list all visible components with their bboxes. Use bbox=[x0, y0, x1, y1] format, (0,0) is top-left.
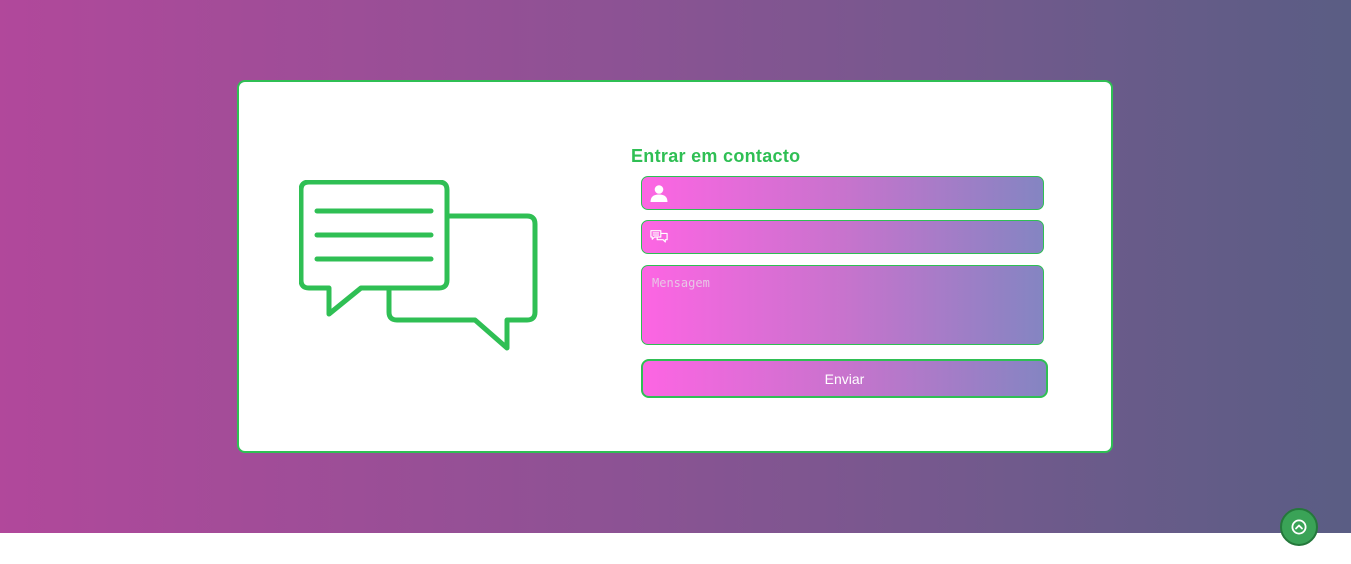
name-field[interactable] bbox=[641, 176, 1044, 210]
message-textarea[interactable] bbox=[652, 276, 1032, 336]
contact-title: Entrar em contacto bbox=[631, 146, 801, 166]
contact-section: Entrar em contacto Enviar bbox=[0, 0, 1351, 533]
message-field[interactable] bbox=[641, 265, 1044, 345]
name-input[interactable] bbox=[676, 177, 1036, 209]
user-icon bbox=[650, 185, 668, 202]
subject-field[interactable] bbox=[641, 220, 1044, 254]
subject-input[interactable] bbox=[676, 221, 1036, 253]
chat-icon bbox=[650, 230, 668, 243]
chevron-up-circle-icon bbox=[1291, 519, 1307, 535]
contact-card: Entrar em contacto Enviar bbox=[237, 80, 1113, 453]
speech-bubbles-icon bbox=[299, 180, 538, 351]
scroll-to-top-button[interactable] bbox=[1280, 508, 1318, 546]
send-button[interactable]: Enviar bbox=[641, 359, 1048, 398]
